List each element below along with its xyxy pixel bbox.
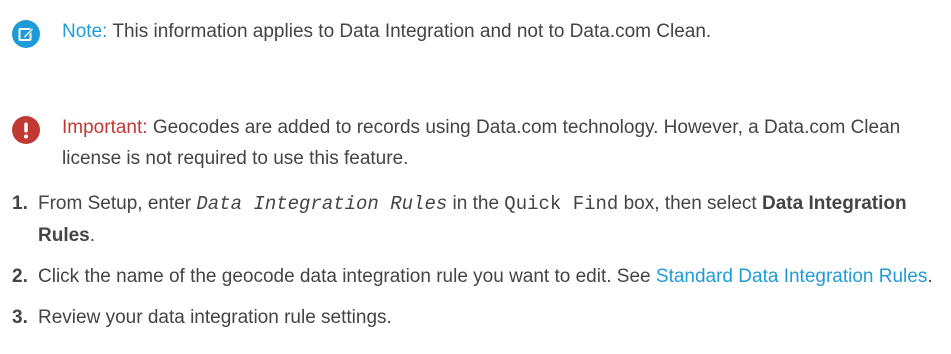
standard-rules-link[interactable]: Standard Data Integration Rules — [656, 266, 927, 287]
code-text: Quick Find — [504, 193, 619, 215]
step-text: . — [927, 266, 933, 287]
step-number: 2. — [12, 266, 28, 287]
code-text: Data Integration Rules — [196, 193, 448, 215]
important-body: Geocodes are added to records using Data… — [62, 117, 901, 169]
list-item: 1. From Setup, enter Data Integration Ru… — [0, 188, 951, 251]
important-text: Important: Geocodes are added to records… — [62, 112, 942, 174]
step-text: Review your data integration rule settin… — [38, 307, 392, 328]
step-text: Click the name of the geocode data integ… — [38, 266, 656, 287]
step-text: box, then select — [618, 193, 762, 214]
important-label: Important: — [62, 117, 148, 138]
steps-list: 1. From Setup, enter Data Integration Ru… — [0, 188, 951, 333]
note-text: Note: This information applies to Data I… — [62, 16, 942, 47]
note-edit-icon — [12, 20, 40, 48]
step-text: From Setup, enter — [38, 193, 197, 214]
list-item: 2. Click the name of the geocode data in… — [0, 261, 951, 292]
step-text: . — [89, 225, 96, 246]
note-label: Note: — [62, 21, 108, 42]
note-body: This information applies to Data Integra… — [112, 21, 712, 42]
list-item: 3. Review your data integration rule set… — [0, 302, 951, 333]
note-callout: Note: This information applies to Data I… — [0, 16, 942, 48]
warning-icon — [12, 116, 40, 144]
important-callout: Important: Geocodes are added to records… — [0, 112, 942, 174]
step-text: in the — [447, 193, 505, 214]
step-number: 3. — [12, 307, 28, 328]
step-number: 1. — [12, 193, 28, 214]
